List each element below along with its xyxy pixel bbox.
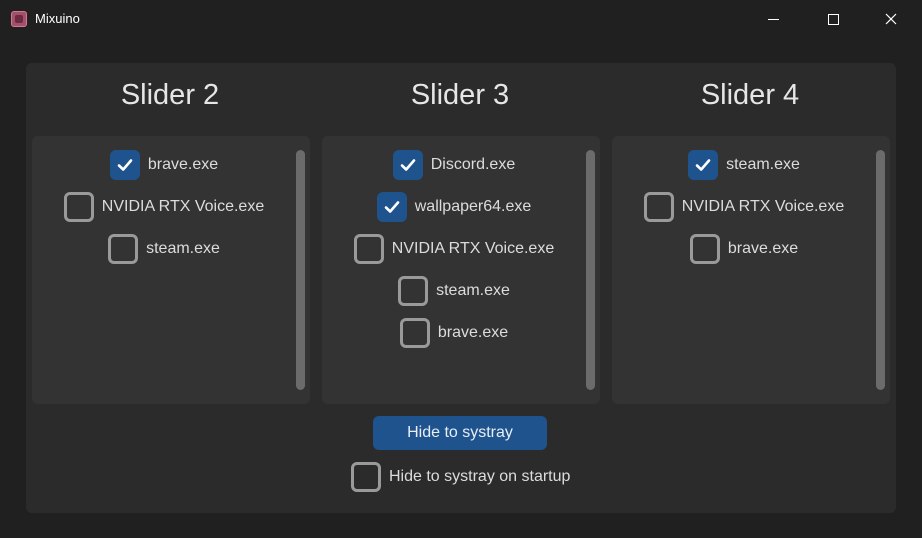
app-checkbox-row[interactable]: NVIDIA RTX Voice.exe [612, 192, 876, 222]
app-checkbox[interactable] [398, 276, 429, 306]
startup-checkbox[interactable] [351, 462, 381, 492]
app-checkbox-label: NVIDIA RTX Voice.exe [391, 240, 555, 257]
startup-option[interactable]: Hide to systray on startup [351, 462, 570, 492]
app-checkbox-row[interactable]: brave.exe [32, 150, 296, 180]
window-title: Mixuino [35, 11, 80, 26]
app-checkbox-label: brave.exe [437, 324, 509, 341]
checkmark-icon [117, 159, 133, 171]
app-checkbox[interactable] [108, 234, 139, 264]
app-icon [11, 11, 27, 27]
app-checkbox[interactable] [63, 192, 94, 222]
minimize-button[interactable] [750, 0, 796, 38]
app-checkbox-label: brave.exe [147, 156, 219, 173]
scrollbar[interactable] [876, 150, 885, 390]
slider-2-title: Slider 2 [120, 79, 220, 111]
app-checkbox[interactable] [376, 192, 407, 222]
app-checkbox-row[interactable]: wallpaper64.exe [322, 192, 586, 222]
app-checkbox-label: steam.exe [726, 156, 800, 173]
app-checkbox-label: steam.exe [436, 282, 510, 299]
slider-3-app-list[interactable]: Discord.exe wallpaper64.exe NVIDIA RTX Voi… [322, 136, 600, 404]
app-checkbox-label: NVIDIA RTX Voice.exe [101, 198, 265, 215]
app-checkbox[interactable] [689, 234, 720, 264]
title-bar[interactable]: Mixuino [0, 0, 922, 38]
checkmark-icon [384, 201, 400, 213]
minimize-icon [767, 18, 779, 20]
app-checkbox-label: steam.exe [146, 240, 220, 257]
app-checkbox[interactable] [353, 234, 384, 264]
slider-4-app-list[interactable]: steam.exe NVIDIA RTX Voice.exe brave.exe [612, 136, 890, 404]
app-checkbox[interactable] [399, 318, 430, 348]
close-icon [885, 13, 897, 25]
app-checkbox-label: Discord.exe [430, 156, 516, 173]
app-checkbox-label: NVIDIA RTX Voice.exe [681, 198, 845, 215]
app-checkbox-row[interactable]: brave.exe [612, 234, 876, 264]
app-checkbox-label: brave.exe [727, 240, 799, 257]
app-checkbox[interactable] [688, 150, 719, 180]
app-checkbox[interactable] [392, 150, 423, 180]
close-button[interactable] [868, 0, 914, 38]
app-checkbox-row[interactable]: NVIDIA RTX Voice.exe [322, 234, 586, 264]
slider-2-app-list[interactable]: brave.exe NVIDIA RTX Voice.exe steam.exe [32, 136, 310, 404]
app-checkbox-label: wallpaper64.exe [414, 198, 532, 215]
slider-4-title: Slider 4 [700, 79, 800, 111]
scrollbar[interactable] [296, 150, 305, 390]
scrollbar[interactable] [586, 150, 595, 390]
app-checkbox-row[interactable]: steam.exe [612, 150, 876, 180]
app-checkbox[interactable] [109, 150, 140, 180]
app-checkbox[interactable] [643, 192, 674, 222]
hide-to-systray-button[interactable]: Hide to systray [373, 416, 547, 450]
maximize-button[interactable] [810, 0, 856, 38]
maximize-icon [827, 13, 839, 25]
app-checkbox-row[interactable]: steam.exe [322, 276, 586, 306]
startup-label: Hide to systray on startup [389, 468, 571, 485]
slider-3-title: Slider 3 [410, 79, 510, 111]
app-checkbox-row[interactable]: Discord.exe [322, 150, 586, 180]
checkmark-icon [400, 159, 416, 171]
app-checkbox-row[interactable]: NVIDIA RTX Voice.exe [32, 192, 296, 222]
checkmark-icon [695, 159, 711, 171]
app-checkbox-row[interactable]: steam.exe [32, 234, 296, 264]
app-checkbox-row[interactable]: brave.exe [322, 318, 586, 348]
